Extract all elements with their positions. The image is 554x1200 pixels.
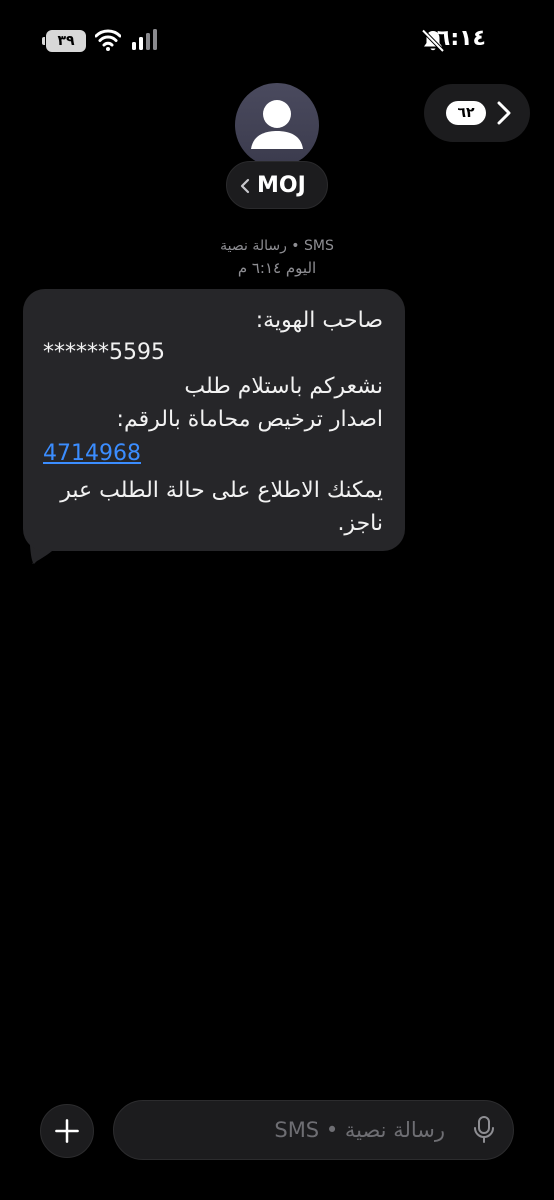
unread-count-badge: ٦٢ [446, 101, 486, 125]
message-line: يمكنك الاطلاع على حالة الطلب عبر [60, 478, 383, 503]
chevron-right-icon [497, 101, 511, 125]
contact-name: MOJ [257, 173, 306, 198]
message-input[interactable] [113, 1100, 514, 1160]
cellular-signal-icon [132, 29, 157, 50]
back-button[interactable]: ٦٢ [424, 84, 530, 142]
contact-name-button[interactable]: MOJ [226, 161, 328, 209]
status-bar: ٣٩ ٦:١٤ [0, 22, 554, 62]
battery-indicator: ٣٩ [42, 30, 86, 52]
message-line: ******5595 [43, 340, 165, 365]
wifi-icon [95, 29, 121, 51]
request-number-link[interactable]: 4714968 [43, 438, 141, 470]
message-line: نشعركم باستلام طلب [184, 374, 383, 399]
chevron-left-icon [240, 178, 250, 194]
status-time: ٦:١٤ [436, 26, 486, 51]
message-line: صاحب الهوية: [255, 308, 383, 333]
add-attachment-button[interactable] [40, 1104, 94, 1158]
message-service-label: رسالة نصية • SMS [220, 238, 334, 254]
message-line: ناجز. [337, 511, 383, 536]
person-icon [251, 100, 303, 149]
message-timestamp: اليوم ٦:١٤ م [237, 259, 317, 277]
microphone-icon[interactable] [472, 1115, 496, 1145]
contact-avatar[interactable] [235, 83, 319, 167]
plus-icon [55, 1119, 79, 1143]
message-line: اصدار ترخيص محاماة بالرقم: [116, 407, 383, 432]
message-bubble[interactable]: صاحب الهوية: ******5595 نشعركم باستلام ط… [23, 289, 405, 551]
